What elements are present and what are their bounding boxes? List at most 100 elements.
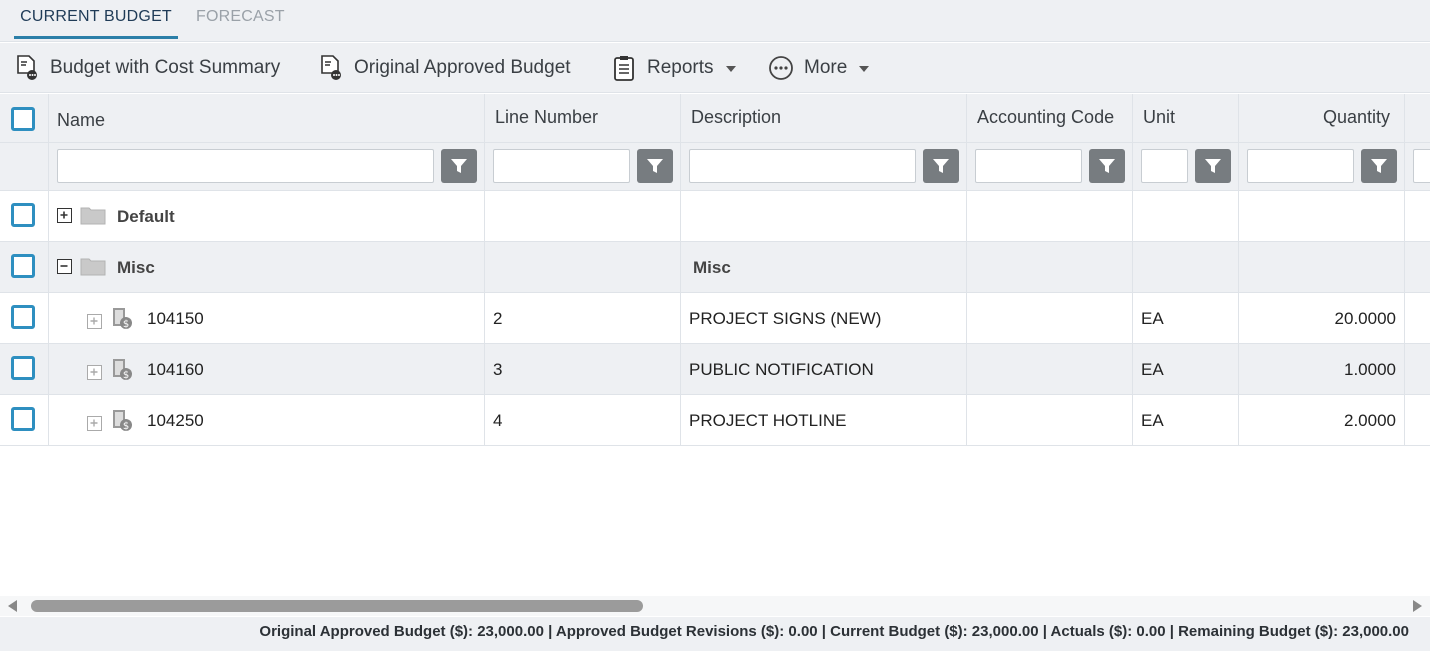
expand-plus-icon[interactable] [87,314,102,329]
line-number-cell: 2 [485,293,681,343]
column-header-description[interactable]: Description [681,94,967,142]
row-select-cell [0,344,49,394]
budget-item-icon: $ [113,410,132,432]
accounting-code-filter-input[interactable] [975,149,1082,183]
row-unit: EA [1141,309,1164,328]
row-checkbox[interactable] [11,356,35,380]
line-number-cell: 3 [485,344,681,394]
unit-filter-button[interactable] [1195,149,1231,183]
unit-cell: EA [1133,344,1239,394]
row-select-cell [0,242,49,292]
column-header-quantity[interactable]: Quantity [1239,94,1405,142]
line-number-filter-button[interactable] [637,149,673,183]
budget-with-cost-summary-button[interactable]: Budget with Cost Summary [14,43,280,93]
unit-cell: EA [1133,395,1239,445]
row-checkbox[interactable] [11,305,35,329]
row-name: 104160 [147,360,204,379]
budget-summary-footer: Original Approved Budget ($): 23,000.00 … [0,617,1430,651]
row-description: PROJECT SIGNS (NEW) [689,309,882,328]
original-approved-budget-button[interactable]: Original Approved Budget [318,43,571,93]
column-header-quantity-label: Quantity [1322,107,1390,127]
filter-icon [1205,159,1221,173]
column-header-unit[interactable]: Unit [1133,94,1239,142]
row-unit: EA [1141,360,1164,379]
row-name: 104150 [147,309,204,328]
filter-icon [451,159,467,173]
filter-cell-description [681,143,967,190]
svg-text:$: $ [123,370,129,381]
collapse-minus-icon[interactable] [57,259,72,274]
row-unit: EA [1141,411,1164,430]
description-cell [681,191,967,241]
description-cell: PROJECT SIGNS (NEW) [681,293,967,343]
svg-text:$: $ [123,319,129,330]
column-header-accounting-code[interactable]: Accounting Code [967,94,1133,142]
row-line-number: 2 [493,309,503,328]
column-header-name[interactable]: Name [49,94,485,142]
clipboard-icon [611,55,637,81]
scrollbar-thumb[interactable] [31,600,643,612]
row-select-cell [0,191,49,241]
column-header-line-number[interactable]: Line Number [485,94,681,142]
row-checkbox[interactable] [11,407,35,431]
tab-forecast[interactable]: FORECAST [196,8,285,39]
table-row[interactable]: $ 104160 3 PUBLIC NOTIFICATION EA 1.0000 [0,344,1430,395]
name-cell: $ 104160 [49,344,485,394]
report-icon [318,55,344,81]
expand-plus-icon[interactable] [57,208,72,223]
scroll-right-arrow-icon[interactable] [1413,600,1422,612]
reports-label: Reports [647,57,714,78]
overflow-filter-input[interactable] [1413,149,1430,183]
quantity-cell: 1.0000 [1239,344,1405,394]
filter-spacer [0,143,49,190]
unit-cell [1133,242,1239,292]
scroll-left-arrow-icon[interactable] [8,600,17,612]
expand-plus-icon[interactable] [87,416,102,431]
description-filter-input[interactable] [689,149,916,183]
row-select-cell [0,395,49,445]
row-name: Misc [117,258,155,277]
accounting-code-filter-button[interactable] [1089,149,1125,183]
line-number-filter-input[interactable] [493,149,630,183]
quantity-cell [1239,242,1405,292]
select-all-checkbox[interactable] [11,107,35,131]
row-name: 104250 [147,411,204,430]
column-header-unit-label: Unit [1143,107,1176,127]
column-header-line-number-label: Line Number [495,107,599,127]
name-cell: Default [49,191,485,241]
filter-cell-quantity [1239,143,1405,190]
row-line-number: 4 [493,411,503,430]
accounting-code-cell [967,293,1133,343]
svg-text:$: $ [123,421,129,432]
row-checkbox[interactable] [11,254,35,278]
quantity-filter-button[interactable] [1361,149,1397,183]
row-name: Default [117,207,175,226]
more-dropdown-button[interactable]: More [768,43,870,93]
table-row[interactable]: $ 104150 2 PROJECT SIGNS (NEW) EA 20.000… [0,293,1430,344]
unit-cell [1133,191,1239,241]
reports-dropdown-button[interactable]: Reports [611,43,736,93]
row-description: PROJECT HOTLINE [689,411,847,430]
row-quantity: 20.0000 [1334,309,1396,328]
table-row[interactable]: $ 104250 4 PROJECT HOTLINE EA 2.0000 [0,395,1430,446]
row-checkbox[interactable] [11,203,35,227]
table-row[interactable]: Misc Misc [0,242,1430,293]
name-cell: $ 104150 [49,293,485,343]
accounting-code-cell [967,242,1133,292]
filter-icon [1099,159,1115,173]
name-filter-button[interactable] [441,149,477,183]
table-row[interactable]: Default [0,191,1430,242]
unit-filter-input[interactable] [1141,149,1188,183]
filter-icon [933,159,949,173]
horizontal-scrollbar[interactable] [0,596,1430,616]
name-filter-input[interactable] [57,149,434,183]
quantity-cell [1239,191,1405,241]
column-header-row: Name Line Number Description Accounting … [0,94,1430,143]
quantity-filter-input[interactable] [1247,149,1354,183]
column-header-overflow [1405,94,1430,142]
filter-icon [1371,159,1387,173]
accounting-code-cell [967,395,1133,445]
description-filter-button[interactable] [923,149,959,183]
expand-plus-icon[interactable] [87,365,102,380]
tab-current-budget[interactable]: CURRENT BUDGET [14,8,178,39]
